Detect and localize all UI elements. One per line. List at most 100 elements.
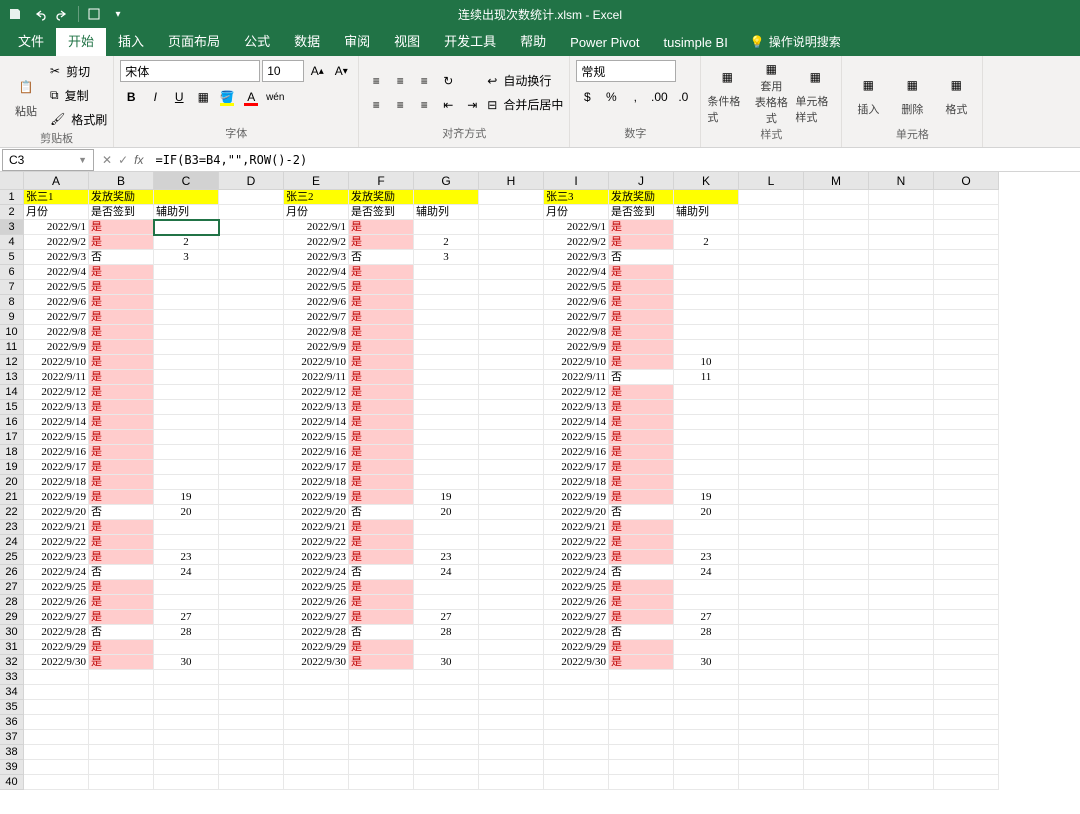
- cell-C4[interactable]: 2: [154, 235, 219, 250]
- cell-I22[interactable]: 2022/9/20: [544, 505, 609, 520]
- cell-I24[interactable]: 2022/9/22: [544, 535, 609, 550]
- cell-A18[interactable]: 2022/9/16: [24, 445, 89, 460]
- cell-O15[interactable]: [934, 400, 999, 415]
- cell-L36[interactable]: [739, 715, 804, 730]
- cell-E9[interactable]: 2022/9/7: [284, 310, 349, 325]
- cell-C27[interactable]: [154, 580, 219, 595]
- cell-B3[interactable]: 是: [89, 220, 154, 235]
- cell-C39[interactable]: [154, 760, 219, 775]
- cell-M5[interactable]: [804, 250, 869, 265]
- cell-F3[interactable]: 是: [349, 220, 414, 235]
- cell-N39[interactable]: [869, 760, 934, 775]
- cell-J16[interactable]: 是: [609, 415, 674, 430]
- cell-E12[interactable]: 2022/9/10: [284, 355, 349, 370]
- cell-L15[interactable]: [739, 400, 804, 415]
- cell-O20[interactable]: [934, 475, 999, 490]
- cell-B36[interactable]: [89, 715, 154, 730]
- cell-K1[interactable]: [674, 190, 739, 205]
- cell-M16[interactable]: [804, 415, 869, 430]
- cell-I34[interactable]: [544, 685, 609, 700]
- cell-N14[interactable]: [869, 385, 934, 400]
- cell-N9[interactable]: [869, 310, 934, 325]
- cell-L31[interactable]: [739, 640, 804, 655]
- cell-B4[interactable]: 是: [89, 235, 154, 250]
- decrease-indent-icon[interactable]: ⇤: [437, 94, 459, 116]
- cell-K23[interactable]: [674, 520, 739, 535]
- col-header-K[interactable]: K: [674, 172, 739, 190]
- cell-H19[interactable]: [479, 460, 544, 475]
- cell-styles-button[interactable]: ▦单元格样式: [795, 60, 835, 126]
- cell-I18[interactable]: 2022/9/16: [544, 445, 609, 460]
- cell-K36[interactable]: [674, 715, 739, 730]
- cell-C5[interactable]: 3: [154, 250, 219, 265]
- cell-K18[interactable]: [674, 445, 739, 460]
- row-header-19[interactable]: 19: [0, 460, 24, 475]
- row-header-16[interactable]: 16: [0, 415, 24, 430]
- copy-button[interactable]: ⧉复制: [50, 84, 107, 106]
- cell-L27[interactable]: [739, 580, 804, 595]
- cell-H3[interactable]: [479, 220, 544, 235]
- cell-K28[interactable]: [674, 595, 739, 610]
- cell-J10[interactable]: 是: [609, 325, 674, 340]
- cell-G17[interactable]: [414, 430, 479, 445]
- cell-F24[interactable]: 是: [349, 535, 414, 550]
- cell-A36[interactable]: [24, 715, 89, 730]
- cell-A8[interactable]: 2022/9/6: [24, 295, 89, 310]
- cell-G29[interactable]: 27: [414, 610, 479, 625]
- cell-E18[interactable]: 2022/9/16: [284, 445, 349, 460]
- cell-E11[interactable]: 2022/9/9: [284, 340, 349, 355]
- tab-help[interactable]: 帮助: [508, 25, 558, 56]
- cell-O14[interactable]: [934, 385, 999, 400]
- cell-G9[interactable]: [414, 310, 479, 325]
- tab-home[interactable]: 开始: [56, 25, 106, 56]
- cell-K12[interactable]: 10: [674, 355, 739, 370]
- cell-J31[interactable]: 是: [609, 640, 674, 655]
- tab-formula[interactable]: 公式: [232, 25, 282, 56]
- cell-K9[interactable]: [674, 310, 739, 325]
- cell-G34[interactable]: [414, 685, 479, 700]
- row-header-5[interactable]: 5: [0, 250, 24, 265]
- cell-B21[interactable]: 是: [89, 490, 154, 505]
- cell-O13[interactable]: [934, 370, 999, 385]
- cell-H27[interactable]: [479, 580, 544, 595]
- cell-J5[interactable]: 否: [609, 250, 674, 265]
- align-middle-icon[interactable]: ≡: [389, 70, 411, 92]
- cell-G38[interactable]: [414, 745, 479, 760]
- cell-H26[interactable]: [479, 565, 544, 580]
- cell-G30[interactable]: 28: [414, 625, 479, 640]
- cell-A39[interactable]: [24, 760, 89, 775]
- cell-A21[interactable]: 2022/9/19: [24, 490, 89, 505]
- cell-A27[interactable]: 2022/9/25: [24, 580, 89, 595]
- cell-K29[interactable]: 27: [674, 610, 739, 625]
- cell-E39[interactable]: [284, 760, 349, 775]
- cell-C31[interactable]: [154, 640, 219, 655]
- row-header-20[interactable]: 20: [0, 475, 24, 490]
- qat-dropdown-icon[interactable]: ▾: [107, 3, 129, 25]
- cell-D27[interactable]: [219, 580, 284, 595]
- cell-D19[interactable]: [219, 460, 284, 475]
- cell-E10[interactable]: 2022/9/8: [284, 325, 349, 340]
- cell-N28[interactable]: [869, 595, 934, 610]
- cell-E6[interactable]: 2022/9/4: [284, 265, 349, 280]
- cell-H40[interactable]: [479, 775, 544, 790]
- cell-L33[interactable]: [739, 670, 804, 685]
- qat-extra-icon[interactable]: [83, 3, 105, 25]
- cell-F19[interactable]: 是: [349, 460, 414, 475]
- row-header-1[interactable]: 1: [0, 190, 24, 205]
- cell-C7[interactable]: [154, 280, 219, 295]
- cell-K14[interactable]: [674, 385, 739, 400]
- cell-G40[interactable]: [414, 775, 479, 790]
- cell-F18[interactable]: 是: [349, 445, 414, 460]
- cell-E27[interactable]: 2022/9/25: [284, 580, 349, 595]
- cell-E23[interactable]: 2022/9/21: [284, 520, 349, 535]
- cell-B5[interactable]: 否: [89, 250, 154, 265]
- font-family-select[interactable]: [120, 60, 260, 82]
- cell-B27[interactable]: 是: [89, 580, 154, 595]
- cell-K32[interactable]: 30: [674, 655, 739, 670]
- cell-D21[interactable]: [219, 490, 284, 505]
- cell-F25[interactable]: 是: [349, 550, 414, 565]
- cell-A38[interactable]: [24, 745, 89, 760]
- cell-I35[interactable]: [544, 700, 609, 715]
- cell-I23[interactable]: 2022/9/21: [544, 520, 609, 535]
- cell-H9[interactable]: [479, 310, 544, 325]
